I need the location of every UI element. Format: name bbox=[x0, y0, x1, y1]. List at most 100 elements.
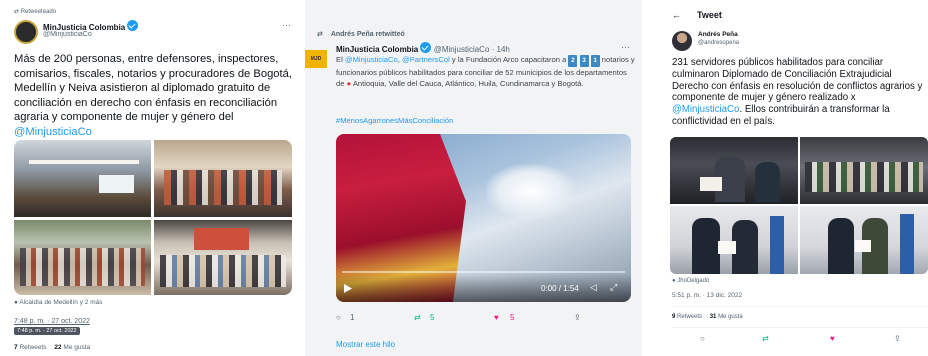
action-bar: ○ 1 ⇄ 5 ♥ 5 ⇪ bbox=[336, 313, 626, 325]
group-people bbox=[20, 248, 145, 286]
back-arrow-icon[interactable]: ← bbox=[672, 10, 681, 20]
retweets-label[interactable]: Retweets bbox=[677, 314, 702, 320]
retweets-label[interactable]: Retweets bbox=[19, 344, 46, 351]
tweet-time[interactable]: · 14h bbox=[492, 45, 510, 54]
tweet-body: Más de 200 personas, entre defensores, i… bbox=[14, 53, 292, 123]
tagged-users[interactable]: JhoDelgado bbox=[677, 278, 709, 284]
person bbox=[755, 162, 780, 202]
mention-link[interactable]: @MinjusticiaCo bbox=[345, 55, 398, 64]
diploma bbox=[718, 241, 736, 254]
tweet-text: El @MinjusticiaCo, @PartnersCol y la Fun… bbox=[336, 54, 636, 90]
author-line: MinJusticia Colombia @MinjusticiaCo · 14… bbox=[336, 42, 510, 54]
like-icon[interactable]: ♥ bbox=[494, 313, 499, 322]
photo-2[interactable] bbox=[154, 140, 292, 217]
video-time: 0:00 / 1:54 bbox=[541, 284, 579, 293]
photo-3[interactable] bbox=[670, 206, 798, 274]
engagement-stats: 9 Retweets 31 Me gusta bbox=[672, 314, 743, 320]
screen bbox=[99, 175, 134, 193]
verified-icon bbox=[127, 20, 139, 31]
retweets-count[interactable]: 7 bbox=[14, 344, 18, 351]
diploma bbox=[700, 177, 722, 191]
author-name[interactable]: Andrés Peña bbox=[698, 31, 738, 38]
divider bbox=[672, 327, 928, 328]
keycap-emoji: 3 bbox=[579, 55, 589, 67]
tagged-users[interactable]: Alcaldía de Medellín y 2 más bbox=[19, 299, 102, 306]
tweet-text: 231 servidores públicos habilitados para… bbox=[672, 57, 928, 128]
photo-3[interactable] bbox=[14, 220, 151, 295]
more-options-button[interactable]: ··· bbox=[282, 20, 291, 30]
tweet-card-retweet: ⇄ Andrés Peña retwitteó MJD MinJusticia … bbox=[305, 0, 642, 356]
tagged-line[interactable]: ● Alcaldía de Medellín y 2 más bbox=[14, 299, 103, 306]
action-bar: ○ ⇄ ♥ ⇪ bbox=[672, 334, 922, 346]
group-people bbox=[805, 162, 923, 192]
likes-label[interactable]: Me gusta bbox=[63, 344, 90, 351]
mention-link[interactable]: @MinjusticiaCo bbox=[14, 126, 92, 138]
timestamp-link[interactable]: 5:51 p. m. · 13 dic. 2022 bbox=[672, 292, 742, 299]
fullscreen-icon[interactable]: ⤢ bbox=[610, 282, 617, 293]
photo-grid[interactable] bbox=[670, 137, 928, 274]
more-options-button[interactable]: ··· bbox=[621, 42, 630, 52]
retweet-icon: ⇄ bbox=[14, 9, 20, 15]
avatar[interactable] bbox=[14, 20, 38, 44]
tweet-body: 231 servidores públicos habilitados para… bbox=[672, 57, 923, 104]
person bbox=[828, 218, 854, 274]
tagged-line[interactable]: ● JhoDelgado bbox=[672, 278, 709, 284]
divider bbox=[672, 306, 928, 307]
show-thread-link[interactable]: Mostrar este hilo bbox=[336, 340, 395, 349]
tweet-body-mid: y la Fundación Arco capacitaron a bbox=[449, 55, 569, 64]
cloud bbox=[486, 164, 576, 219]
tweet-text: Más de 200 personas, entre defensores, i… bbox=[14, 52, 296, 139]
engagement-stats: 7 Retweets 22 Me gusta bbox=[14, 344, 90, 351]
share-icon[interactable]: ⇪ bbox=[894, 334, 901, 343]
photo-1[interactable] bbox=[14, 140, 151, 217]
avatar[interactable]: MJD bbox=[305, 50, 327, 68]
retweet-icon[interactable]: ⇄ bbox=[762, 334, 769, 343]
diploma bbox=[855, 240, 871, 252]
tweet-body-end: Antioquia, Valle del Cauca, Atlántico, H… bbox=[351, 79, 584, 88]
like-icon[interactable]: ♥ bbox=[830, 334, 835, 343]
retweets-count[interactable]: 9 bbox=[672, 314, 675, 320]
author-handle[interactable]: @MinjusticiaCo bbox=[43, 31, 92, 38]
likes-count[interactable]: 31 bbox=[710, 314, 717, 320]
retweet-context: ⇄ Andrés Peña retwitteó bbox=[317, 30, 405, 38]
retweet-label: Retweeteado bbox=[20, 9, 57, 15]
person-icon: ● bbox=[672, 278, 676, 284]
tweet-body-start: El bbox=[336, 55, 345, 64]
tweet-detail: ← Tweet Andrés Peña @andresopena 231 ser… bbox=[662, 0, 928, 356]
video-player[interactable]: 0:00 / 1:54 ◁ ⤢ bbox=[336, 134, 631, 302]
retweet-icon: ⇄ bbox=[317, 31, 323, 38]
retweet-label[interactable]: Andrés Peña retwitteó bbox=[331, 31, 405, 38]
play-icon[interactable] bbox=[344, 284, 352, 293]
reply-icon[interactable]: ○ bbox=[700, 334, 705, 343]
reply-icon[interactable]: ○ bbox=[336, 313, 341, 322]
photo-4[interactable] bbox=[800, 206, 928, 274]
photo-2[interactable] bbox=[800, 137, 928, 204]
timestamp-link[interactable]: 7:48 p. m. · 27 oct. 2022 bbox=[14, 318, 90, 325]
volume-icon[interactable]: ◁ bbox=[590, 282, 597, 293]
ceiling-light bbox=[29, 160, 139, 164]
author-handle[interactable]: @andresopena bbox=[698, 40, 739, 46]
avatar[interactable] bbox=[672, 31, 692, 51]
retweet-count: 5 bbox=[430, 313, 435, 322]
banner bbox=[770, 216, 784, 274]
tweet-card-minjusticia: ⇄ Retweeteado MinJusticia Colombia @Minj… bbox=[0, 0, 300, 356]
photo-1[interactable] bbox=[670, 137, 798, 204]
author-name[interactable]: MinJusticia Colombia bbox=[336, 45, 418, 54]
keycap-emoji: 2 bbox=[568, 55, 578, 67]
retweet-context: ⇄ Retweeteado bbox=[14, 8, 56, 15]
hashtag-link[interactable]: #MenosAgarronesMásConciliación bbox=[336, 116, 453, 125]
mention-link[interactable]: @PartnersCol bbox=[402, 55, 450, 64]
author-handle[interactable]: @MinjusticiaCo bbox=[434, 45, 490, 54]
photo-grid[interactable] bbox=[14, 140, 292, 295]
share-icon[interactable]: ⇪ bbox=[574, 313, 581, 322]
photo-4[interactable] bbox=[154, 220, 292, 295]
video-progress-track[interactable] bbox=[342, 271, 625, 273]
mention-link[interactable]: @MinjusticiaCo bbox=[672, 104, 739, 115]
likes-label[interactable]: Me gusta bbox=[718, 314, 743, 320]
person bbox=[692, 218, 720, 274]
person-icon: ● bbox=[14, 299, 18, 306]
banner bbox=[900, 214, 914, 274]
likes-count[interactable]: 22 bbox=[54, 344, 61, 351]
timestamp-tooltip: 7:48 p. m. · 27 oct. 2022 bbox=[14, 327, 80, 335]
retweet-icon[interactable]: ⇄ bbox=[414, 313, 421, 322]
